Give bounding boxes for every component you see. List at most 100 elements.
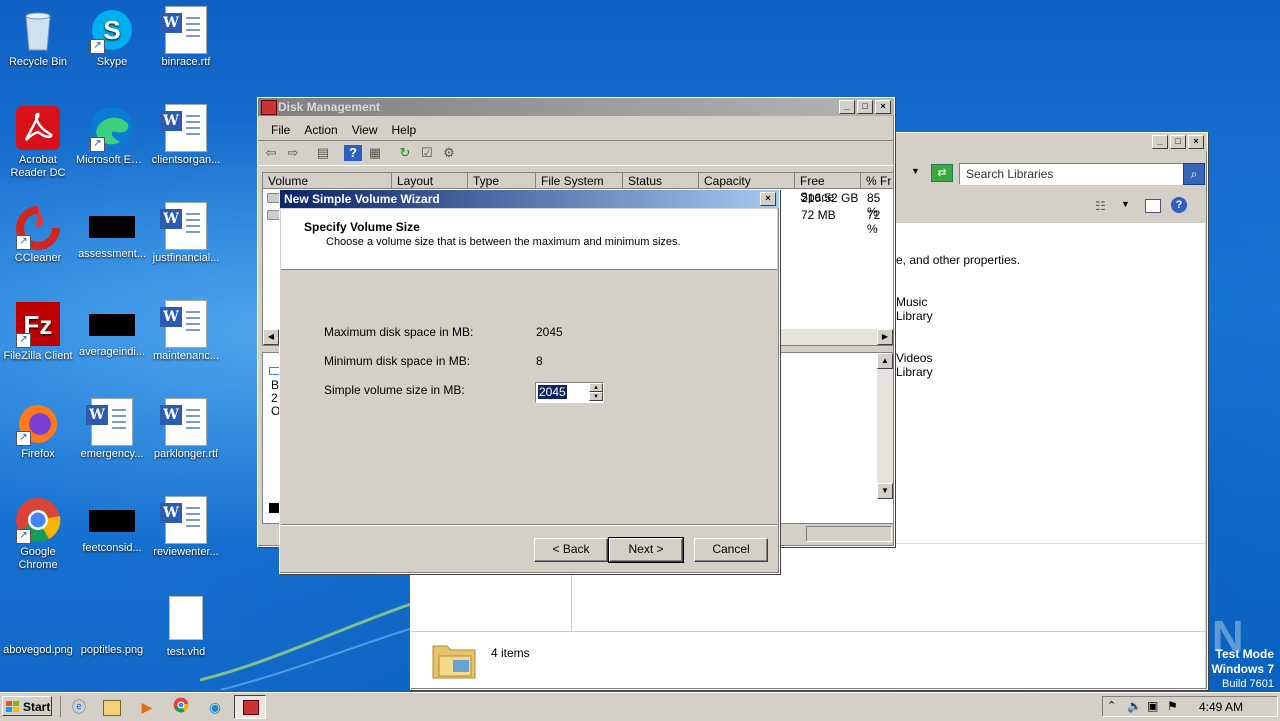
library-videos[interactable]: Videos Library <box>896 351 933 379</box>
system-tray: ⌃ 🔈 ▣ ⚑ 4:49 AM <box>1102 696 1278 717</box>
file-icon[interactable]: feetconsid... <box>74 496 150 555</box>
vertical-scrollbar[interactable]: ▲ ▼ <box>877 353 893 499</box>
description-text: e, and other properties. <box>896 253 1021 267</box>
show-hidden-icons-icon[interactable]: ⌃ <box>1107 699 1116 712</box>
word-document-icon[interactable]: W maintenanc... <box>148 300 224 363</box>
help-icon[interactable]: ? <box>1171 197 1187 213</box>
next-button[interactable]: Next > <box>608 537 684 563</box>
column-percent-free[interactable]: % Fr <box>861 173 893 189</box>
help-icon[interactable]: ? <box>344 145 362 161</box>
close-button[interactable]: × <box>760 192 776 206</box>
icon-label: Recycle Bin <box>8 56 68 68</box>
icon-label: Skype <box>96 56 128 68</box>
free-space-cell: 216.52 GB <box>801 191 859 205</box>
word-document-icon[interactable]: W justfinancial... <box>148 202 224 265</box>
close-button[interactable]: × <box>875 100 891 114</box>
ccleaner-icon[interactable]: ↗ CCleaner <box>0 202 76 265</box>
disk-management-titlebar[interactable]: Disk Management _ □ × <box>258 98 894 116</box>
menu-bar: File Action View Help <box>258 120 894 140</box>
start-button[interactable]: Start <box>2 696 52 716</box>
menu-action[interactable]: Action <box>297 123 344 137</box>
preview-pane-icon[interactable] <box>1145 199 1161 213</box>
word-document-icon[interactable]: W clientsorgan... <box>148 104 224 167</box>
menu-file[interactable]: File <box>264 123 297 137</box>
chrome-icon[interactable] <box>171 697 191 717</box>
back-button[interactable]: < Back <box>534 538 608 562</box>
scroll-down-icon[interactable]: ▼ <box>877 483 893 499</box>
png-file-icon[interactable]: abovegod.png <box>0 594 76 657</box>
view-options-icon[interactable]: ☷ <box>1095 199 1106 213</box>
acrobat-reader-icon[interactable]: Acrobat Reader DC <box>0 104 76 180</box>
scroll-left-icon[interactable]: ◀ <box>263 329 279 345</box>
file-icon[interactable]: averageindi... <box>74 300 150 359</box>
search-input[interactable]: Search Libraries <box>959 163 1187 185</box>
menu-view[interactable]: View <box>345 123 385 137</box>
edge-icon[interactable]: ◉ <box>205 697 225 717</box>
maximize-button[interactable]: □ <box>857 100 873 114</box>
settings-icon[interactable]: ⚙ <box>440 145 458 161</box>
recycle-bin-icon[interactable]: Recycle Bin <box>0 6 76 69</box>
skype-icon[interactable]: S ↗ Skype <box>74 6 150 69</box>
column-layout[interactable]: Layout <box>392 173 468 189</box>
spin-down-icon[interactable]: ▼ <box>589 392 603 401</box>
scroll-up-icon[interactable]: ▲ <box>877 353 893 369</box>
vhd-file-icon[interactable]: test.vhd <box>148 594 224 659</box>
spin-up-icon[interactable]: ▲ <box>589 383 603 392</box>
volume-size-stepper[interactable]: 2045 ▲ ▼ <box>535 382 604 403</box>
list-view-icon[interactable]: ▦ <box>366 145 384 161</box>
disk-management-icon <box>261 100 277 115</box>
filezilla-icon[interactable]: Fz ↗ FileZilla Client <box>0 300 76 363</box>
action-center-icon[interactable]: ⚑ <box>1167 699 1178 713</box>
minimize-button[interactable]: _ <box>1152 135 1168 149</box>
column-status[interactable]: Status <box>623 173 699 189</box>
wizard-titlebar[interactable]: New Simple Volume Wizard × <box>280 190 779 208</box>
icon-label: reviewenter... <box>153 546 219 558</box>
back-arrow-icon[interactable]: ⇦ <box>262 145 280 161</box>
chevron-down-icon[interactable]: ▼ <box>1121 199 1130 209</box>
menu-help[interactable]: Help <box>385 123 424 137</box>
column-file-system[interactable]: File System <box>536 173 623 189</box>
edge-icon[interactable]: ↗ Microsoft Edge <box>74 104 150 167</box>
refresh-icon[interactable]: ↻ <box>396 145 414 161</box>
word-document-icon[interactable]: W parklonger.rtf <box>148 398 224 461</box>
word-document-icon[interactable]: W emergency... <box>74 398 150 461</box>
explorer-icon[interactable] <box>103 700 121 716</box>
chrome-icon[interactable]: ↗ Google Chrome <box>0 496 76 572</box>
refresh-icon[interactable]: ⇄ <box>931 164 953 182</box>
minimize-button[interactable]: _ <box>839 100 855 114</box>
icon-label: Acrobat Reader DC <box>10 154 66 179</box>
library-music[interactable]: Music Library <box>896 295 933 323</box>
volume-size-input[interactable]: 2045 <box>538 385 567 399</box>
new-simple-volume-wizard[interactable]: New Simple Volume Wizard × Specify Volum… <box>279 189 780 574</box>
word-document-icon[interactable]: W reviewenter... <box>148 496 224 559</box>
media-player-icon[interactable]: ▶ <box>137 697 157 717</box>
column-type[interactable]: Type <box>468 173 536 189</box>
library-name: Videos <box>896 351 933 365</box>
toolbar: ⇦ ⇨ ▤ ? ▦ ↻ ☑ ⚙ <box>258 140 894 166</box>
internet-explorer-icon[interactable]: ⓔ <box>69 697 89 717</box>
file-icon[interactable]: assessment... <box>74 202 150 261</box>
library-folder-icon <box>432 645 476 679</box>
forward-arrow-icon[interactable]: ⇨ <box>284 145 302 161</box>
scroll-right-icon[interactable]: ▶ <box>877 329 893 345</box>
close-button[interactable]: × <box>1188 135 1204 149</box>
icon-label: CCleaner <box>14 252 62 264</box>
clock[interactable]: 4:49 AM <box>1199 700 1243 714</box>
search-icon[interactable]: ⌕ <box>1183 163 1205 185</box>
icon-label: clientsorgan... <box>151 154 221 166</box>
console-tree-icon[interactable]: ▤ <box>314 145 332 161</box>
maximize-button[interactable]: □ <box>1170 135 1186 149</box>
column-volume[interactable]: Volume <box>263 173 392 189</box>
png-file-icon[interactable]: poptitles.png <box>74 594 150 657</box>
volume-icon[interactable]: 🔈 <box>1127 699 1142 713</box>
column-capacity[interactable]: Capacity <box>699 173 795 189</box>
icon-label: Google Chrome <box>18 546 58 571</box>
firefox-icon[interactable]: ↗ Firefox <box>0 398 76 461</box>
disk-management-task[interactable] <box>234 695 266 719</box>
column-free-space[interactable]: Free Space <box>795 173 861 204</box>
properties-icon[interactable]: ☑ <box>418 145 436 161</box>
word-document-icon[interactable]: W binrace.rtf <box>148 6 224 69</box>
cancel-button[interactable]: Cancel <box>694 538 768 562</box>
dropdown-arrow-icon[interactable]: ▼ <box>911 166 925 178</box>
network-icon[interactable]: ▣ <box>1147 699 1158 713</box>
